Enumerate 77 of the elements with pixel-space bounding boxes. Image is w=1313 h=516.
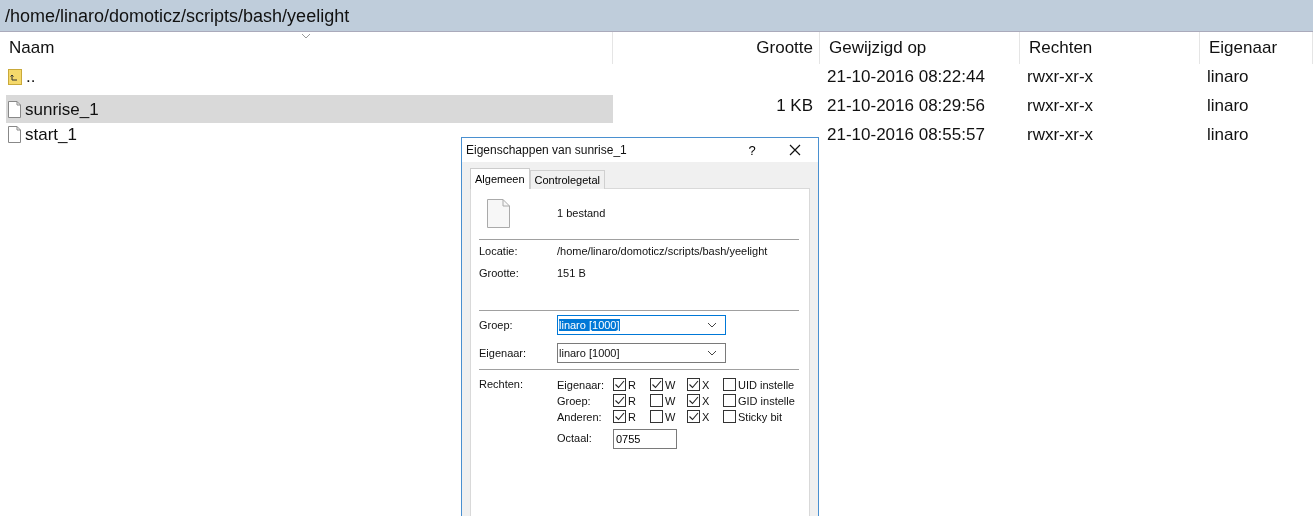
checkbox-label: W (665, 378, 676, 391)
field-label: Groep: (479, 319, 514, 331)
sort-caret-icon (301, 33, 311, 39)
field-label: Grootte: (479, 267, 520, 279)
column-header[interactable]: Gewijzigd op (820, 32, 1020, 64)
checkbox-label: R (628, 378, 636, 391)
checkbox[interactable] (723, 394, 736, 407)
file-name: start_1 (25, 124, 77, 146)
chevron-down-icon (707, 350, 717, 356)
path-bar[interactable]: /home/linaro/domoticz/scripts/bash/yeelight (0, 0, 1313, 32)
column-header[interactable]: Naam (0, 32, 613, 64)
file-name: sunrise_1 (25, 98, 99, 121)
checkbox-label: X (702, 410, 710, 423)
checkbox[interactable] (613, 378, 626, 391)
checkbox-label: X (702, 378, 710, 391)
file-row-name[interactable]: .. (6, 62, 613, 91)
checkbox[interactable] (650, 378, 663, 391)
permission-label: Groep: (557, 394, 592, 407)
checkbox-label: W (665, 394, 676, 407)
field-label: Rechten: (479, 378, 525, 392)
file-icon (8, 126, 21, 143)
close-icon (789, 144, 801, 156)
modified-cell: 21-10-2016 08:22:44 (827, 67, 985, 86)
column-header[interactable]: Eigenaar (1200, 32, 1313, 64)
column-label: Rechten (1029, 38, 1093, 57)
dropdown[interactable]: linaro [1000] (557, 343, 726, 363)
checkbox[interactable] (723, 410, 736, 423)
checkbox-label: Sticky bit (738, 410, 782, 423)
permissions-cell: rwxr-xr-x (1027, 96, 1094, 115)
help-button[interactable]: ? (732, 138, 772, 162)
file-icon (8, 100, 21, 118)
modified-cell: 21-10-2016 08:55:57 (827, 125, 985, 144)
dropdown[interactable]: linaro [1000] (557, 315, 726, 335)
field-label: Eigenaar: (479, 347, 528, 359)
field-value: 151 B (557, 267, 586, 279)
file-count: 1 bestand (557, 207, 606, 219)
checkbox-label: UID instelle (738, 378, 795, 391)
modified-cell: 21-10-2016 08:29:56 (827, 96, 985, 115)
checkbox-label: X (702, 394, 710, 407)
field-label: Octaal: (557, 431, 593, 444)
file-icon (487, 198, 510, 228)
checkbox-label: R (628, 410, 636, 423)
field-label: Locatie: (479, 245, 519, 257)
octal-field[interactable]: 0755 (613, 429, 677, 449)
tab[interactable]: Algemeen (470, 168, 530, 189)
parent-folder-icon (8, 68, 22, 85)
file-row-name[interactable]: sunrise_1 (6, 95, 613, 123)
chevron-down-icon (707, 322, 717, 328)
checkbox-label: R (628, 394, 636, 407)
dialog-title: Eigenschappen van sunrise_1 (465, 143, 628, 157)
checkbox[interactable] (650, 410, 663, 423)
checkbox[interactable] (650, 394, 663, 407)
checkbox[interactable] (613, 410, 626, 423)
column-label: Grootte (756, 38, 813, 57)
permission-label: Anderen: (557, 410, 603, 423)
owner-cell: linaro (1207, 125, 1249, 144)
checkbox-label: W (665, 410, 676, 423)
permission-label: Eigenaar: (557, 378, 606, 391)
permissions-cell: rwxr-xr-x (1027, 67, 1094, 86)
checkbox-label: GID instelle (738, 394, 795, 407)
column-header[interactable]: Grootte (613, 32, 820, 64)
column-label: Naam (9, 38, 55, 57)
file-name: .. (26, 66, 36, 88)
column-label: Gewijzigd op (829, 38, 927, 57)
permissions-cell: rwxr-xr-x (1027, 125, 1094, 144)
field-value: /home/linaro/domoticz/scripts/bash/yeelight (557, 245, 768, 257)
owner-cell: linaro (1207, 67, 1249, 86)
checkbox[interactable] (687, 394, 700, 407)
owner-cell: linaro (1207, 96, 1249, 115)
checkbox[interactable] (687, 410, 700, 423)
tab[interactable]: Controlegetal (529, 170, 605, 189)
checkbox[interactable] (723, 378, 736, 391)
checkbox[interactable] (613, 394, 626, 407)
size-cell: 1 KB (776, 96, 813, 115)
checkbox[interactable] (687, 378, 700, 391)
column-label: Eigenaar (1209, 38, 1278, 57)
column-header[interactable]: Rechten (1020, 32, 1200, 64)
